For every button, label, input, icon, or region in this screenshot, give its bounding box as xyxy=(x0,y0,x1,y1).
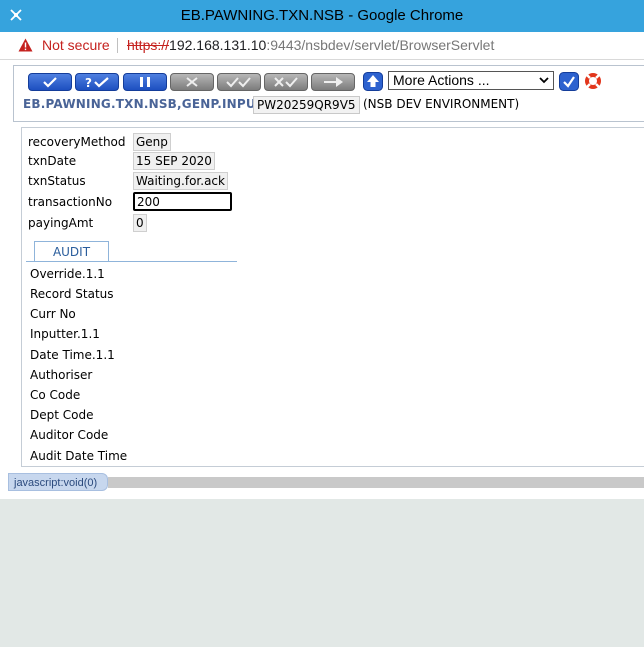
x-icon xyxy=(186,77,198,87)
environment-label: (NSB DEV ENVIRONMENT) xyxy=(363,97,520,111)
tab-audit[interactable]: AUDIT xyxy=(34,241,109,262)
field-label-recovery-method: recoveryMethod xyxy=(28,135,126,149)
transaction-no-input[interactable]: 200 xyxy=(133,192,232,211)
field-value-txn-status: Waiting.for.ack xyxy=(133,172,228,190)
horizontal-scrollbar[interactable] xyxy=(108,477,644,488)
warning-icon[interactable] xyxy=(18,38,33,52)
field-label-txn-date: txnDate xyxy=(28,154,77,168)
double-check-icon xyxy=(226,77,251,88)
url-host: 192.168.131.10 xyxy=(169,37,267,53)
check-icon xyxy=(43,77,57,88)
audit-label-curr-no: Curr No xyxy=(30,307,76,321)
help-lifebuoy-icon[interactable] xyxy=(584,72,602,90)
field-value-recovery-method: Genp xyxy=(133,133,171,151)
window-title: EB.PAWNING.TXN.NSB - Google Chrome xyxy=(180,7,464,24)
audit-label-inputter: Inputter.1.1 xyxy=(30,327,100,341)
next-deal-button[interactable] xyxy=(311,73,355,91)
audit-label-override: Override.1.1 xyxy=(30,267,105,281)
tab-underline xyxy=(26,261,237,262)
more-actions-select[interactable]: More Actions ... xyxy=(388,71,554,90)
field-value-txn-date: 15 SEP 2020 xyxy=(133,152,215,170)
field-label-txn-status: txnStatus xyxy=(28,174,86,188)
go-check-icon[interactable] xyxy=(559,72,579,91)
arrow-up-icon[interactable] xyxy=(363,72,383,91)
status-bar: javascript:void(0) xyxy=(8,473,108,491)
pause-icon xyxy=(140,77,150,87)
hold-deal-button[interactable] xyxy=(123,73,167,91)
not-secure-label[interactable]: Not secure xyxy=(42,37,110,53)
audit-label-authoriser: Authoriser xyxy=(30,368,93,382)
form-panel xyxy=(21,127,644,467)
audit-label-co-code: Co Code xyxy=(30,388,81,402)
field-label-paying-amt: payingAmt xyxy=(28,216,94,230)
audit-label-date-time: Date Time.1.1 xyxy=(30,348,115,362)
version-name: EB.PAWNING.TXN.NSB,GENP.INPUT xyxy=(23,97,265,111)
commit-deal-button[interactable] xyxy=(28,73,72,91)
url-text[interactable]: https://192.168.131.10:9443/nsbdev/servl… xyxy=(127,37,494,53)
question-check-icon: ? xyxy=(85,76,109,90)
audit-label-record-status: Record Status xyxy=(30,287,114,301)
audit-label-dept-code: Dept Code xyxy=(30,408,94,422)
authorise-deal-button[interactable] xyxy=(217,73,261,91)
chevron-down-icon xyxy=(539,77,549,84)
validate-deal-button[interactable]: ? xyxy=(75,73,119,91)
audit-label-auditor-code: Auditor Code xyxy=(30,428,109,442)
address-bar[interactable]: Not secure https://192.168.131.10:9443/n… xyxy=(0,32,644,60)
address-separator xyxy=(117,38,118,53)
field-label-transaction-no: transactionNo xyxy=(28,195,113,209)
delete-deal-button[interactable] xyxy=(170,73,214,91)
x-check-icon xyxy=(274,77,298,88)
browser-window: EB.PAWNING.TXN.NSB - Google Chrome Not s… xyxy=(0,0,644,499)
reverse-deal-button[interactable] xyxy=(264,73,308,91)
transaction-id: PW20259QR9V5 xyxy=(253,96,360,114)
field-value-paying-amt: 0 xyxy=(133,214,147,232)
svg-text:?: ? xyxy=(85,76,92,90)
url-path: :9443/nsbdev/servlet/BrowserServlet xyxy=(266,37,495,53)
url-scheme: https:// xyxy=(127,37,170,53)
arrow-right-icon xyxy=(324,77,343,87)
more-actions-value: More Actions ... xyxy=(393,72,490,88)
audit-label-audit-date-time: Audit Date Time xyxy=(30,449,128,463)
title-bar: EB.PAWNING.TXN.NSB - Google Chrome xyxy=(0,0,644,32)
